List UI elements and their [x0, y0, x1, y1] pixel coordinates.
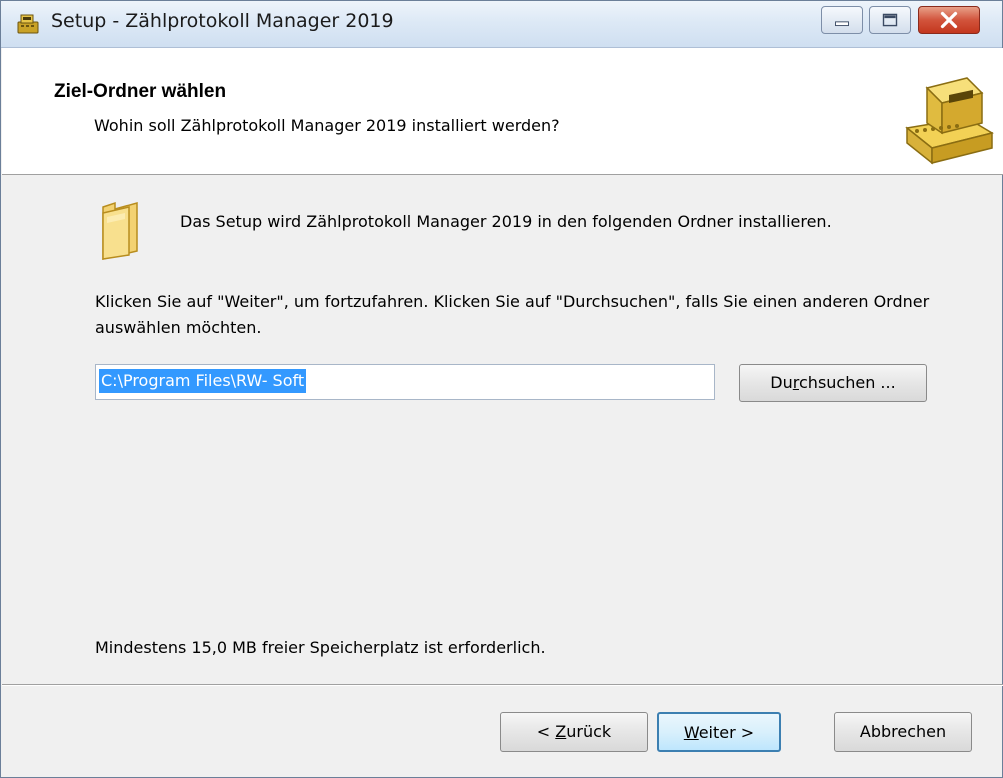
minimize-icon	[835, 21, 849, 27]
minimize-button[interactable]	[821, 6, 863, 34]
close-button[interactable]	[918, 6, 980, 34]
wizard-header: Ziel-Ordner wählen Wohin soll Zählprotok…	[2, 48, 1003, 175]
browse-label-pre: Du	[770, 373, 793, 392]
next-label-accel: W	[683, 723, 699, 742]
destination-path-value: C:\Program Files\RW- Soft	[99, 369, 307, 393]
back-label-pre: <	[536, 722, 556, 741]
next-button[interactable]: Weiter >	[657, 712, 781, 752]
browse-button[interactable]: Durchsuchen ...	[739, 364, 927, 402]
wizard-body: Das Setup wird Zählprotokoll Manager 201…	[2, 175, 1003, 683]
page-title: Ziel-Ordner wählen	[54, 81, 227, 102]
next-label-post: eiter >	[698, 723, 755, 742]
title-bar[interactable]: Setup - Zählprotokoll Manager 2019	[1, 1, 1002, 48]
folder-icon	[102, 201, 138, 260]
setup-window: Setup - Zählprotokoll Manager 2019 Ziel-…	[0, 0, 1003, 778]
window-title: Setup - Zählprotokoll Manager 2019	[51, 10, 394, 32]
instruction-text: Klicken Sie auf "Weiter", um fortzufahre…	[95, 292, 930, 337]
browse-label-post: chsuchen ...	[799, 373, 896, 392]
back-button[interactable]: < Zurück	[500, 712, 648, 752]
cash-register-icon	[905, 77, 994, 165]
maximize-button[interactable]	[869, 6, 911, 34]
page-subtitle: Wohin soll Zählprotokoll Manager 2019 in…	[94, 116, 560, 135]
back-label-accel: Z	[555, 722, 567, 741]
cancel-button[interactable]: Abbrechen	[834, 712, 972, 752]
back-label-post: urück	[566, 722, 612, 741]
close-icon	[940, 11, 958, 29]
destination-path-input[interactable]: C:\Program Files\RW- Soft	[95, 364, 715, 400]
intro-text: Das Setup wird Zählprotokoll Manager 201…	[180, 212, 832, 231]
disk-space-note: Mindestens 15,0 MB freier Speicherplatz …	[95, 638, 546, 657]
footer-divider	[2, 684, 1003, 686]
setup-app-icon	[17, 14, 39, 34]
maximize-icon	[882, 13, 898, 27]
